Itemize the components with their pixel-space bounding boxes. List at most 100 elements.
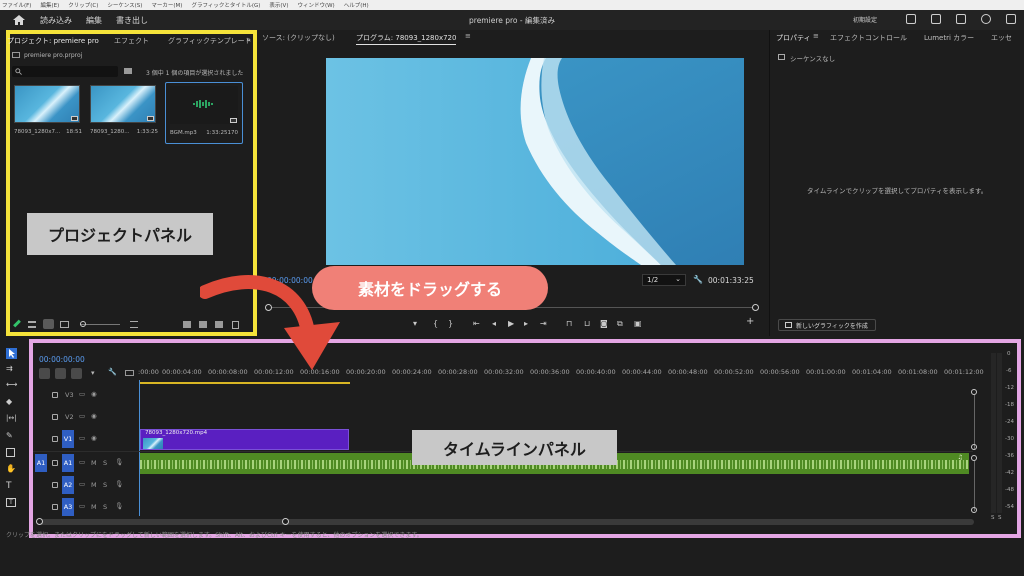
v-scroll-handle[interactable]	[971, 444, 977, 450]
tab-program[interactable]: プログラム: 78093_1280x720	[356, 33, 457, 45]
share-icon[interactable]	[931, 14, 941, 24]
go-to-in-icon[interactable]: ⇤	[473, 319, 480, 328]
h-scroll-handle[interactable]	[36, 518, 43, 525]
track-label[interactable]: V3	[65, 391, 74, 399]
work-area-bar[interactable]	[140, 382, 350, 384]
new-graphic-button[interactable]: 新しいグラフィックを作成	[778, 319, 876, 331]
type-tool-icon[interactable]: T	[6, 481, 17, 492]
scrub-handle-right[interactable]	[752, 304, 759, 311]
tab-effects[interactable]: エフェクト	[114, 36, 149, 46]
menu-clip[interactable]: クリップ(C)	[68, 1, 98, 9]
lock-icon[interactable]	[52, 460, 58, 466]
track-target-a1[interactable]: A1	[62, 454, 74, 472]
menu-marker[interactable]: マーカー(M)	[151, 1, 182, 9]
track-label[interactable]: V2	[65, 413, 74, 421]
tab-export[interactable]: 書き出し	[116, 15, 148, 26]
v-scroll-handle[interactable]	[971, 507, 977, 513]
sync-lock-icon[interactable]: ▭	[79, 390, 85, 398]
meter-solo-left[interactable]: S	[991, 515, 995, 521]
project-item-selected[interactable]: BGM.mp3 1:33:25170	[165, 82, 243, 144]
icon-view-icon[interactable]	[43, 319, 54, 329]
panel-overflow-icon[interactable]: »	[246, 35, 251, 44]
tab-import[interactable]: 読み込み	[40, 15, 72, 26]
sync-lock-icon[interactable]: ▭	[79, 458, 85, 466]
menu-window[interactable]: ウィンドウ(W)	[297, 1, 334, 9]
razor-tool-icon[interactable]: ◆	[6, 397, 17, 408]
menu-graphics[interactable]: グラフィックとタイトル(G)	[191, 1, 260, 9]
automate-to-sequence-icon[interactable]	[183, 321, 191, 328]
comparison-view-icon[interactable]: ⧉	[617, 319, 623, 329]
menu-view[interactable]: 表示(V)	[269, 1, 288, 9]
freeform-view-icon[interactable]	[60, 321, 69, 328]
tab-menu-icon[interactable]: ≡	[813, 32, 819, 40]
rectangle-tool-icon[interactable]	[6, 448, 15, 457]
lock-icon[interactable]	[52, 482, 58, 488]
meter-solo-right[interactable]: S	[998, 515, 1002, 521]
go-to-out-icon[interactable]: ⇥	[540, 319, 547, 328]
sync-lock-icon[interactable]: ▭	[79, 412, 85, 420]
sort-icon[interactable]	[130, 321, 138, 328]
wrench-icon[interactable]: 🔧	[108, 368, 117, 376]
zoom-select[interactable]: 1/2 ⌄	[642, 274, 686, 286]
nest-icon[interactable]	[39, 368, 50, 379]
menu-help[interactable]: ヘルプ(H)	[344, 1, 369, 9]
h-scroll-handle[interactable]	[282, 518, 289, 525]
video-clip[interactable]: 78093_1280x720.mp4	[140, 429, 349, 450]
search-icon[interactable]	[981, 14, 991, 24]
new-bin-icon[interactable]	[124, 68, 132, 74]
pen-tool-icon[interactable]: ✎	[6, 431, 17, 442]
selection-tool-icon[interactable]	[6, 348, 17, 359]
menu-edit[interactable]: 編集(E)	[40, 1, 59, 9]
wrench-icon[interactable]: 🔧	[693, 275, 703, 284]
captions-icon[interactable]	[125, 370, 134, 376]
step-forward-icon[interactable]: ▸	[524, 319, 528, 328]
tab-project[interactable]: プロジェクト: premiere pro	[7, 36, 99, 46]
track-target-a2[interactable]: A2	[62, 476, 74, 494]
eye-icon[interactable]: ◉	[91, 390, 97, 398]
zoom-slider[interactable]	[80, 324, 120, 325]
caption-tool-icon[interactable]: T	[6, 498, 16, 507]
lock-icon[interactable]	[52, 504, 58, 510]
camera-icon[interactable]: ◙	[600, 319, 608, 328]
fullscreen-icon[interactable]	[1006, 14, 1016, 24]
linked-selection-icon[interactable]	[71, 368, 82, 379]
list-view-icon[interactable]	[28, 321, 36, 328]
menu-file[interactable]: ファイル(F)	[2, 1, 31, 9]
add-button-icon[interactable]: +	[746, 316, 754, 327]
extract-icon[interactable]: ⊔	[584, 319, 590, 328]
solo-button[interactable]: S	[103, 459, 107, 467]
sync-lock-icon[interactable]: ▭	[79, 434, 85, 442]
lock-icon[interactable]	[52, 414, 58, 420]
tab-source[interactable]: ソース: (クリップなし)	[262, 33, 335, 43]
quick-export-icon[interactable]	[906, 14, 916, 24]
project-item[interactable]: 78093_1280... 1:33:25	[90, 85, 158, 145]
tab-effect-controls[interactable]: エフェクトコントロール	[830, 33, 907, 43]
menu-sequence[interactable]: シーケンス(S)	[107, 1, 142, 9]
lift-icon[interactable]: ⊓	[566, 319, 572, 328]
add-marker-icon[interactable]: ▾	[91, 369, 95, 377]
microphone-icon[interactable]: 🎙	[115, 480, 123, 488]
mark-in-icon[interactable]: {	[433, 319, 438, 328]
mute-button[interactable]: M	[91, 503, 97, 511]
add-marker-icon[interactable]: ▾	[413, 319, 417, 328]
track-target-a3[interactable]: A3	[62, 498, 74, 516]
tab-essential[interactable]: エッセ	[991, 33, 1012, 43]
sync-lock-icon[interactable]: ▭	[79, 480, 85, 488]
project-search-input[interactable]	[12, 66, 118, 77]
microphone-icon[interactable]: 🎙	[115, 502, 123, 510]
pencil-icon[interactable]	[13, 319, 21, 328]
mute-button[interactable]: M	[91, 459, 97, 467]
track-target-v1[interactable]: V1	[62, 430, 74, 448]
source-patch-a1[interactable]: A1	[35, 454, 47, 472]
tab-lumetri[interactable]: Lumetri カラー	[924, 33, 974, 43]
tab-menu-icon[interactable]: ≡	[465, 32, 471, 40]
slip-tool-icon[interactable]: |↔|	[6, 414, 17, 425]
tab-graphic-templates[interactable]: グラフィックテンプレート	[168, 36, 252, 46]
lock-icon[interactable]	[52, 436, 58, 442]
step-back-icon[interactable]: ◂	[492, 319, 496, 328]
tab-edit[interactable]: 編集	[86, 15, 102, 26]
workspace-label[interactable]: 初期設定	[853, 15, 877, 24]
solo-button[interactable]: S	[103, 481, 107, 489]
eye-icon[interactable]: ◉	[91, 412, 97, 420]
play-icon[interactable]: ▶	[508, 319, 514, 328]
